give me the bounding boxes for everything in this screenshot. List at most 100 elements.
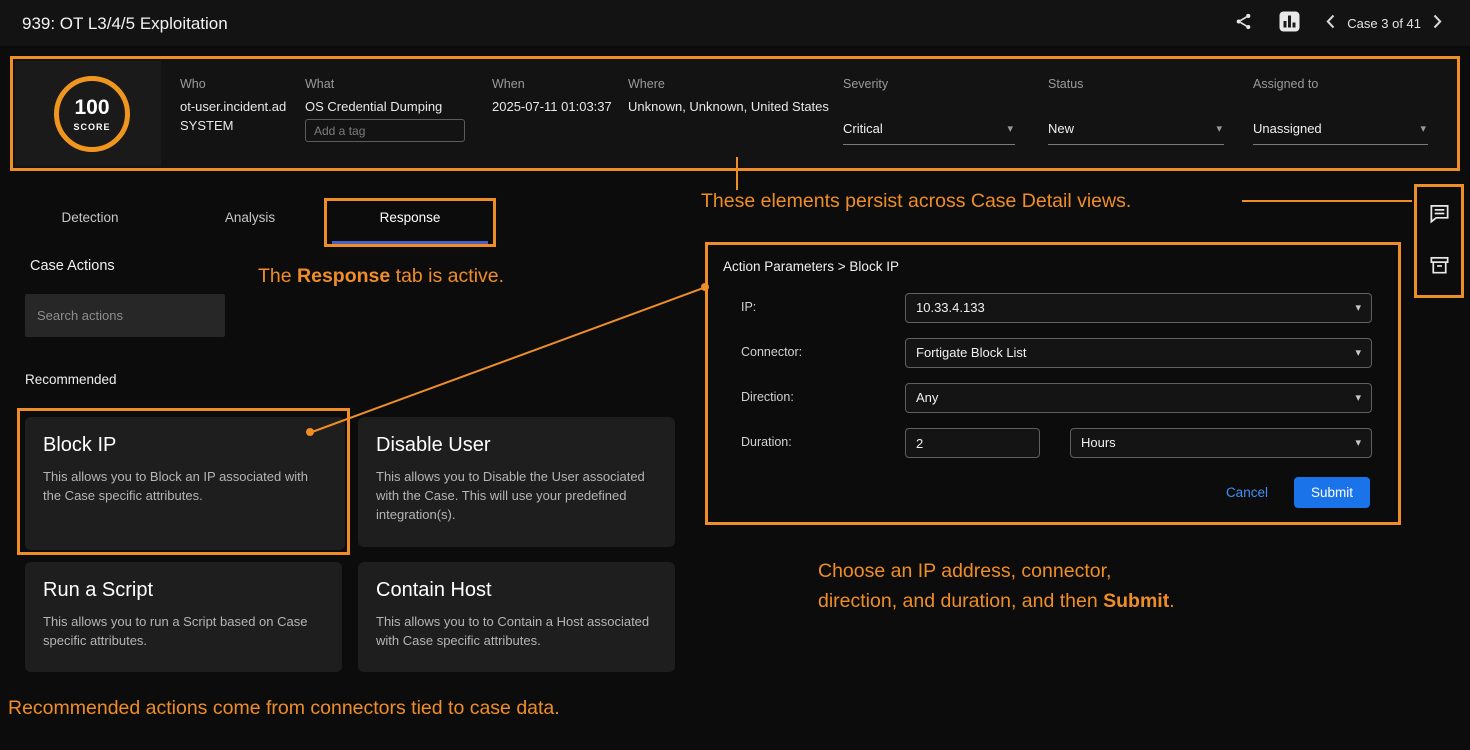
card-description: This allows you to to Contain a Host ass…	[376, 613, 657, 651]
chart-widget-button[interactable]	[1277, 9, 1302, 37]
chevron-down-icon: ▾	[1355, 429, 1361, 457]
score-label: SCORE	[73, 122, 110, 132]
direction-label: Direction:	[741, 390, 794, 404]
field-label: When	[492, 77, 525, 91]
field-label: Status	[1048, 77, 1083, 91]
card-description: This allows you to run a Script based on…	[43, 613, 324, 651]
who-user-value: ot-user.incident.ad	[180, 99, 286, 114]
field-label: Assigned to	[1253, 77, 1318, 91]
connector-value: Fortigate Block List	[916, 345, 1027, 360]
action-parameters-panel: Action Parameters > Block IP IP: 10.33.4…	[705, 242, 1401, 525]
case-summary-strip: 100 SCORE Who ot-user.incident.ad SYSTEM…	[10, 56, 1460, 171]
recommended-section-label: Recommended	[25, 372, 117, 387]
action-card-contain-host[interactable]: Contain Host This allows you to to Conta…	[358, 562, 675, 672]
assigned-to-dropdown[interactable]: Unassigned ▾	[1253, 115, 1428, 145]
field-label: Severity	[843, 77, 888, 91]
chevron-down-icon: ▾	[1420, 115, 1426, 143]
duration-value-input[interactable]	[905, 428, 1040, 458]
annotation-dot-end	[701, 283, 709, 291]
chevron-down-icon: ▾	[1355, 294, 1361, 322]
chevron-right-icon	[1433, 14, 1442, 32]
chevron-down-icon: ▾	[1007, 115, 1013, 143]
annotation-text: The	[258, 265, 297, 287]
annotation-vertical-line	[736, 157, 738, 190]
annotation-persist-note: These elements persist across Case Detai…	[701, 190, 1131, 213]
case-pagination: Case 3 of 41	[1324, 12, 1444, 34]
annotation-response-tab-note: The Response tab is active.	[258, 265, 504, 288]
tab-analysis[interactable]: Analysis	[170, 197, 330, 239]
next-case-button[interactable]	[1431, 12, 1444, 34]
severity-value: Critical	[843, 121, 883, 136]
tab-detection[interactable]: Detection	[10, 197, 170, 239]
chevron-down-icon: ▾	[1355, 339, 1361, 367]
annotation-text: These elements persist across Case Detai…	[701, 190, 1131, 212]
chevron-left-icon	[1326, 14, 1335, 32]
side-tools-box	[1414, 184, 1464, 298]
annotation-line-1: Choose an IP address, connector,	[818, 556, 1175, 586]
ip-label: IP:	[741, 300, 756, 314]
field-label: Who	[180, 77, 206, 91]
annotation-text-bold: Submit	[1103, 590, 1169, 612]
duration-label: Duration:	[741, 435, 792, 449]
severity-dropdown[interactable]: Critical ▾	[843, 115, 1015, 145]
field-label: Where	[628, 77, 665, 91]
case-detail-app: 939: OT L3/4/5 Exploitation	[0, 0, 1470, 750]
duration-unit-value: Hours	[1081, 435, 1116, 450]
annotation-connector-line	[312, 286, 707, 433]
archive-button[interactable]	[1426, 252, 1453, 282]
annotation-dot-start	[306, 428, 314, 436]
chevron-down-icon: ▾	[1355, 384, 1361, 412]
duration-unit-dropdown[interactable]: Hours ▾	[1070, 428, 1372, 458]
annotation-line-2: direction, and duration, and then Submit…	[818, 586, 1175, 616]
score-value: 100	[74, 97, 109, 118]
comment-icon	[1428, 202, 1451, 228]
top-bar: 939: OT L3/4/5 Exploitation	[0, 0, 1470, 46]
connector-label: Connector:	[741, 345, 802, 359]
share-button[interactable]	[1232, 10, 1255, 36]
annotation-text: tab is active.	[390, 265, 504, 287]
bar-chart-icon	[1279, 11, 1300, 35]
card-title: Contain Host	[376, 579, 657, 602]
action-card-block-ip[interactable]: Block IP This allows you to Block an IP …	[25, 417, 345, 550]
add-tag-input[interactable]	[305, 119, 465, 142]
assigned-value: Unassigned	[1253, 121, 1322, 136]
comments-button[interactable]	[1426, 200, 1453, 230]
tab-response[interactable]: Response	[330, 197, 490, 239]
submit-button[interactable]: Submit	[1294, 477, 1370, 508]
who-system-value: SYSTEM	[180, 118, 233, 133]
action-card-run-script[interactable]: Run a Script This allows you to run a Sc…	[25, 562, 342, 672]
case-actions-title: Case Actions	[30, 258, 115, 274]
share-icon	[1234, 12, 1253, 34]
annotation-text-bold: Response	[297, 265, 390, 287]
score-panel: 100 SCORE	[15, 61, 161, 166]
direction-value: Any	[916, 390, 938, 405]
ip-value: 10.33.4.133	[916, 300, 985, 315]
annotation-horizontal-line	[1242, 200, 1412, 202]
card-title: Block IP	[43, 434, 327, 457]
page-title: 939: OT L3/4/5 Exploitation	[22, 14, 228, 34]
annotation-choose-note: Choose an IP address, connector, directi…	[818, 556, 1175, 616]
previous-case-button[interactable]	[1324, 12, 1337, 34]
breadcrumb: Action Parameters > Block IP	[723, 259, 899, 274]
connector-dropdown[interactable]: Fortigate Block List ▾	[905, 338, 1372, 368]
annotation-text: Choose an IP address, connector,	[818, 560, 1111, 582]
status-dropdown[interactable]: New ▾	[1048, 115, 1224, 145]
ip-dropdown[interactable]: 10.33.4.133 ▾	[905, 293, 1372, 323]
params-button-row: Cancel Submit	[1226, 477, 1370, 508]
direction-dropdown[interactable]: Any ▾	[905, 383, 1372, 413]
cancel-button[interactable]: Cancel	[1226, 485, 1268, 500]
field-label: What	[305, 77, 334, 91]
card-title: Disable User	[376, 434, 657, 457]
case-counter: Case 3 of 41	[1347, 16, 1421, 31]
annotation-recommended-note: Recommended actions come from connectors…	[8, 697, 560, 720]
action-card-disable-user[interactable]: Disable User This allows you to Disable …	[358, 417, 675, 547]
top-bar-actions: Case 3 of 41	[1232, 0, 1444, 46]
active-tab-underline	[332, 241, 488, 244]
annotation-text: direction, and duration, and then	[818, 590, 1103, 612]
annotation-text: .	[1169, 590, 1174, 612]
what-value: OS Credential Dumping	[305, 99, 442, 114]
risk-score-badge: 100 SCORE	[54, 76, 130, 152]
when-value: 2025-07-11 01:03:37	[492, 99, 612, 114]
search-actions-input[interactable]	[25, 294, 225, 337]
card-description: This allows you to Disable the User asso…	[376, 468, 657, 525]
